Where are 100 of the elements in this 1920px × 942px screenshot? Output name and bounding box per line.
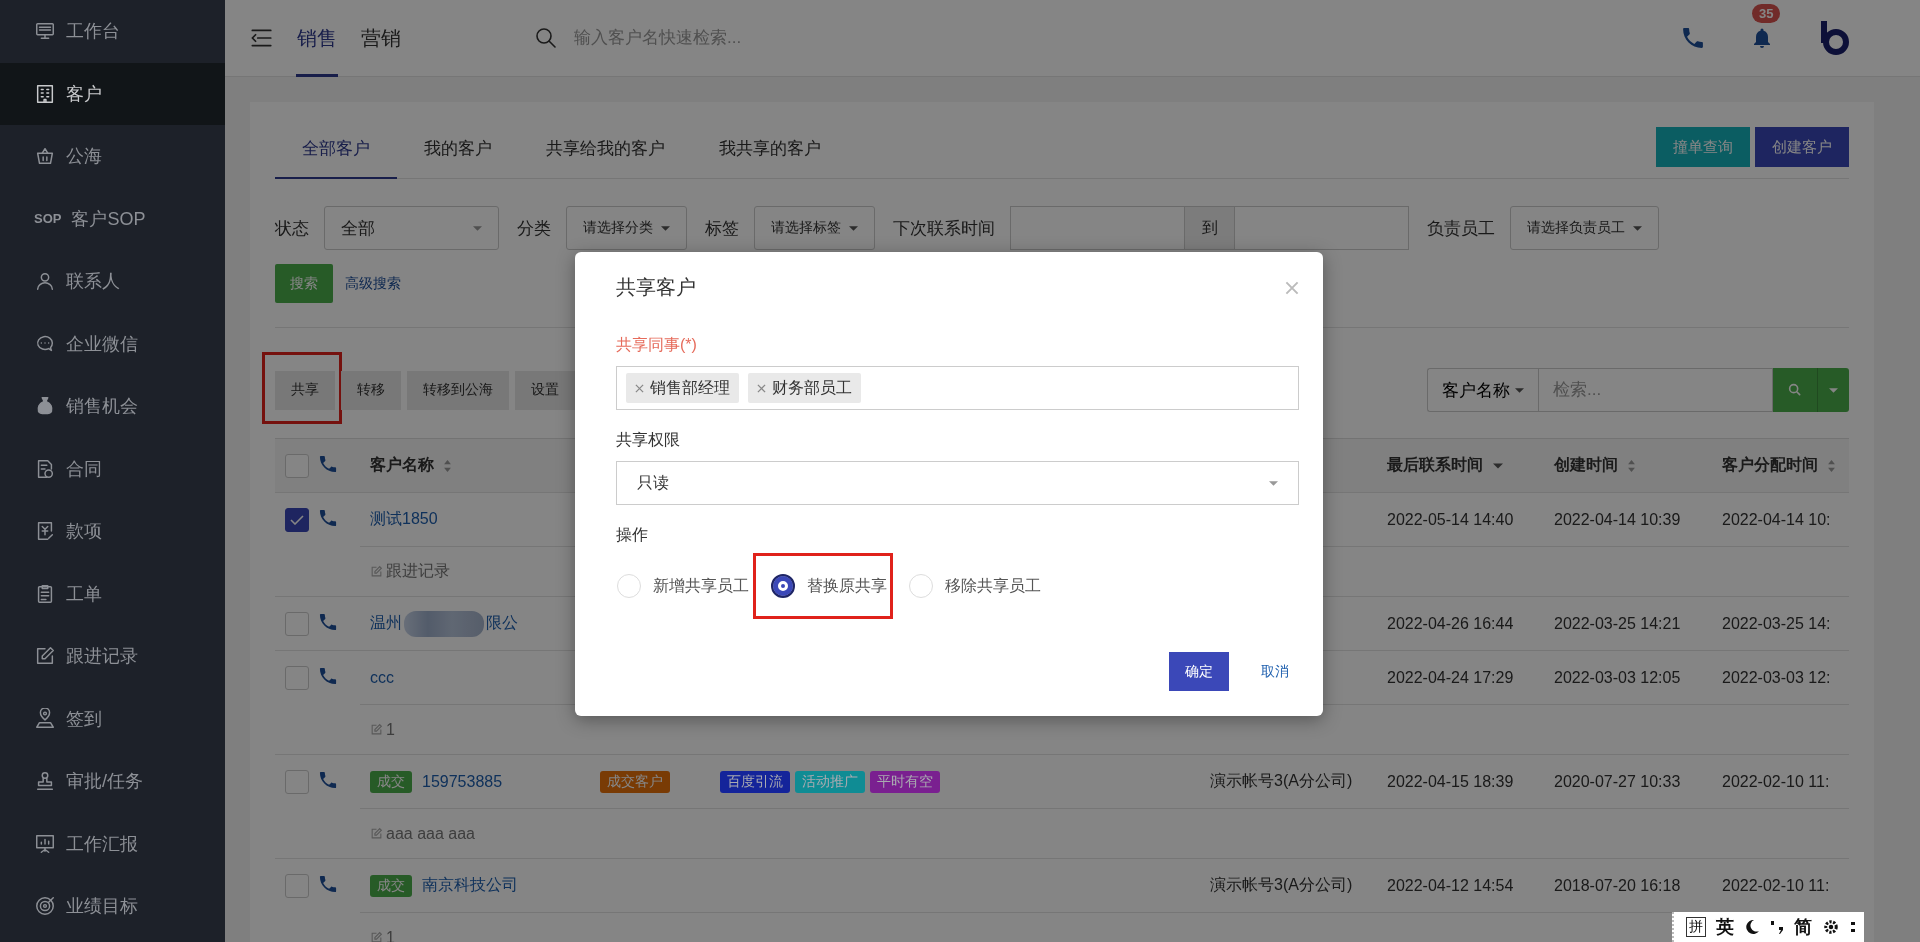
sidebar-item-label: 企业微信 — [66, 332, 138, 356]
date-cell: 2022-03-25 14: — [1722, 614, 1831, 633]
date-cell: 2022-04-15 18:39 — [1387, 772, 1514, 791]
filter-dropdown[interactable]: 全部 — [324, 206, 499, 250]
customer-tab[interactable]: 全部客户 — [275, 120, 397, 179]
sidebar-item[interactable]: 跟进记录 — [0, 625, 225, 688]
sidebar-item[interactable]: 联系人 — [0, 250, 225, 313]
sidebar-item[interactable]: 企业微信 — [0, 312, 225, 375]
column-header[interactable]: 最后联系时间 — [1387, 455, 1483, 476]
filter-label: 状态 — [275, 217, 309, 240]
date-cell: 2022-04-14 10: — [1722, 510, 1831, 529]
customer-tag: 活动推广 — [795, 770, 865, 793]
filter-dropdown[interactable]: 请选择标签 — [754, 206, 875, 250]
sidebar-item[interactable]: 合同 — [0, 437, 225, 500]
status-tag: 成交 — [370, 874, 412, 897]
filter-label: 分类 — [517, 217, 551, 240]
radio-label[interactable]: 移除共享员工 — [945, 575, 1041, 597]
date-cell: 2022-05-14 14:40 — [1387, 510, 1514, 529]
customer-name-link[interactable]: 南京科技公司 — [422, 876, 518, 893]
create-button[interactable]: 创建客户 — [1755, 127, 1849, 167]
ime-language[interactable]: 英 — [1716, 915, 1734, 939]
sidebar-item[interactable]: 工作汇报 — [0, 812, 225, 875]
module-tab[interactable]: 销售 — [296, 0, 338, 77]
toolbar-button[interactable]: 转移 — [341, 370, 401, 410]
owner-cell-text: 演示帐号3(A分公司) — [1210, 771, 1353, 791]
sidebar-item-label: 签到 — [66, 707, 102, 731]
follow-up-note: aaa aaa aaa — [386, 824, 475, 843]
stage-tag: 成交客户 — [600, 770, 670, 793]
customer-name-link[interactable]: 温州 — [370, 613, 402, 634]
range-separator: 到 — [1185, 206, 1234, 250]
sidebar-item[interactable]: SOP 客户SOP — [0, 187, 225, 250]
confirm-button[interactable]: 确定 — [1169, 652, 1229, 691]
radio-label[interactable]: 替换原共享 — [807, 575, 887, 597]
toolbar-button[interactable]: 共享 — [275, 370, 335, 410]
ime-mode[interactable]: 拼 — [1686, 917, 1706, 937]
column-header[interactable]: 客户名称 — [370, 455, 434, 476]
customer-name-link[interactable]: 测试1850 — [370, 510, 438, 527]
customer-tag: 百度引流 — [720, 770, 790, 793]
filter-dropdown[interactable]: 请选择负责员工 — [1510, 206, 1659, 250]
sidebar-item[interactable]: 工单 — [0, 562, 225, 625]
sidebar-item-label: 公海 — [66, 145, 102, 169]
date-cell: 2018-07-20 16:18 — [1554, 876, 1681, 895]
customer-tab[interactable]: 我的客户 — [397, 120, 519, 179]
sidebar-item[interactable]: 工作台 — [0, 0, 225, 63]
date-cell: 2022-02-10 11: — [1722, 876, 1830, 895]
date-cell: 2020-07-27 10:33 — [1554, 772, 1681, 791]
colleague-tag-field[interactable]: 销售部经理 财务部员工 — [616, 366, 1299, 410]
date-cell: 2022-04-26 16:44 — [1387, 614, 1514, 633]
sidebar-item[interactable]: 销售机会 — [0, 375, 225, 438]
sidebar-item[interactable]: 款项 — [0, 500, 225, 563]
search-field-dropdown[interactable]: 客户名称 — [1427, 368, 1538, 412]
sidebar-item-label: 客户 — [66, 82, 102, 106]
colleague-tag: 销售部经理 — [626, 373, 739, 403]
column-header[interactable]: 创建时间 — [1554, 455, 1618, 476]
column-header[interactable]: 客户分配时间 — [1722, 455, 1818, 476]
sidebar-item-label: 工作台 — [66, 20, 120, 44]
colleague-tag: 财务部员工 — [748, 373, 861, 403]
filter-label: 负责员工 — [1427, 217, 1495, 240]
field-label: 共享权限 — [616, 430, 680, 450]
date-cell: 2022-03-03 12: — [1722, 668, 1831, 687]
date-cell: 2022-04-14 10:39 — [1554, 510, 1681, 529]
customer-name-link[interactable]: 159753885 — [422, 772, 503, 790]
sidebar-item[interactable]: 审批/任务 — [0, 750, 225, 813]
sidebar-item-label: 销售机会 — [66, 395, 138, 419]
sidebar-item-label: 客户SOP — [71, 207, 146, 231]
date-cell: 2022-03-03 12:05 — [1554, 668, 1681, 687]
toolbar-button[interactable]: 转移到公海 — [407, 370, 509, 410]
field-label: 操作 — [616, 525, 648, 545]
sidebar-item[interactable]: 签到 — [0, 687, 225, 750]
sidebar-item[interactable]: 公海 — [0, 125, 225, 188]
ime-charset[interactable]: 简 — [1794, 915, 1812, 939]
customer-tab[interactable]: 我共享的客户 — [692, 120, 848, 179]
module-tab[interactable]: 营销 — [360, 0, 402, 77]
date-cell: 2022-04-12 14:54 — [1387, 876, 1514, 895]
customer-tab[interactable]: 共享给我的客户 — [519, 120, 692, 179]
permission-select[interactable]: 只读 — [616, 461, 1299, 505]
radio-label[interactable]: 新增共享员工 — [653, 575, 749, 597]
advanced-search-link[interactable]: 高级搜索 — [345, 274, 401, 293]
cancel-link[interactable]: 取消 — [1251, 652, 1299, 691]
sidebar-item-label: 工作汇报 — [66, 832, 138, 856]
sop-icon: SOP — [34, 209, 62, 228]
filter-label: 下次联系时间 — [893, 217, 995, 240]
follow-up-note: 1 — [386, 720, 395, 739]
date-cell: 2022-02-10 11: — [1722, 772, 1830, 791]
follow-up-note: 跟进记录 — [386, 561, 450, 581]
sidebar-item[interactable]: 客户 — [0, 62, 225, 125]
sidebar-item-label: 合同 — [66, 457, 102, 481]
sidebar-item[interactable]: 业绩目标 — [0, 875, 225, 938]
follow-up-note: 1 — [386, 928, 395, 942]
toolbar-button[interactable]: 设置 — [515, 370, 575, 410]
status-tag: 成交 — [370, 770, 412, 793]
customer-tag: 平时有空 — [870, 770, 940, 793]
customer-name-link[interactable]: ccc — [370, 668, 394, 686]
sidebar-item-label: 联系人 — [66, 270, 120, 294]
filter-label: 标签 — [705, 217, 739, 240]
customer-name-link[interactable]: 限公 — [486, 613, 518, 634]
sidebar-item-label: 业绩目标 — [66, 895, 138, 919]
filter-dropdown[interactable]: 请选择分类 — [566, 206, 687, 250]
sidebar-item-label: 工单 — [66, 582, 102, 606]
sidebar-item-label: 款项 — [66, 520, 102, 544]
